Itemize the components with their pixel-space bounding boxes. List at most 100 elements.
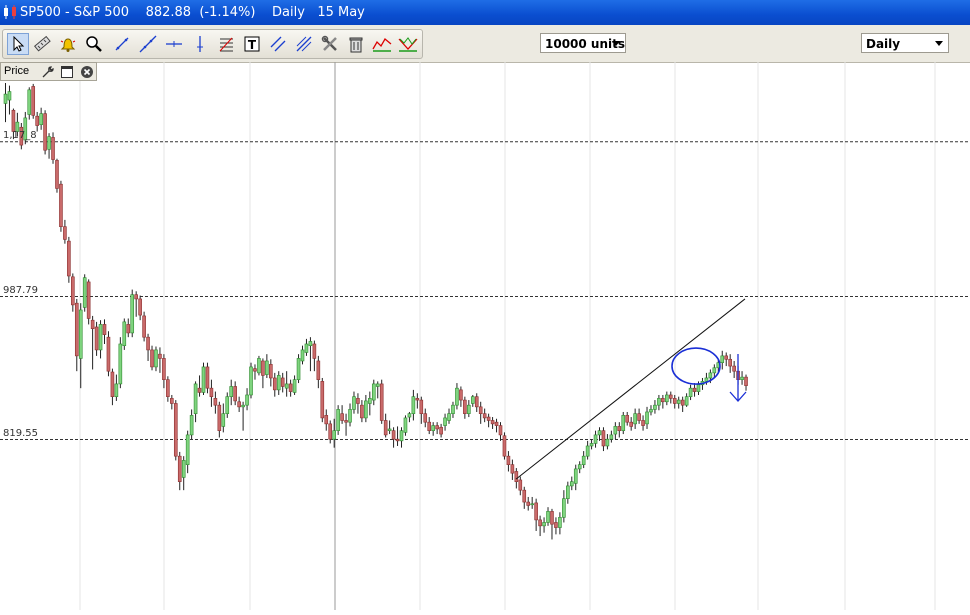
candle[interactable] — [74, 298, 79, 372]
candle[interactable] — [379, 379, 384, 424]
ruler-tool-button[interactable] — [31, 33, 53, 55]
candle[interactable] — [510, 459, 515, 480]
candle[interactable] — [443, 413, 447, 431]
candle[interactable] — [209, 379, 214, 407]
candle[interactable] — [676, 396, 681, 409]
candle[interactable] — [146, 333, 150, 361]
candle[interactable] — [106, 331, 111, 377]
candle[interactable] — [371, 379, 376, 406]
candle[interactable] — [55, 158, 59, 193]
candle[interactable] — [470, 394, 475, 407]
candle[interactable] — [439, 423, 443, 438]
units-dropdown[interactable]: 10000 units — [540, 33, 626, 53]
candle[interactable] — [478, 401, 483, 424]
candle[interactable] — [546, 507, 550, 526]
candle[interactable] — [661, 394, 665, 409]
candle[interactable] — [550, 508, 554, 540]
candle[interactable] — [435, 422, 439, 435]
candle[interactable] — [35, 111, 39, 132]
candle[interactable] — [680, 396, 685, 412]
candle[interactable] — [233, 381, 237, 406]
candle[interactable] — [173, 400, 178, 461]
candle[interactable] — [609, 430, 614, 443]
candle[interactable] — [502, 432, 507, 460]
wrench-icon[interactable] — [41, 65, 55, 79]
candle[interactable] — [672, 394, 677, 409]
candle[interactable] — [71, 273, 75, 312]
candle[interactable] — [122, 318, 127, 350]
candle[interactable] — [665, 391, 669, 406]
candle[interactable] — [324, 409, 329, 431]
candle[interactable] — [657, 394, 661, 411]
candle[interactable] — [589, 439, 594, 450]
trendline-tool-button[interactable] — [111, 33, 133, 55]
candle[interactable] — [356, 393, 360, 414]
candle[interactable] — [67, 236, 71, 283]
candle[interactable] — [364, 394, 368, 423]
candle[interactable] — [569, 476, 574, 491]
candle[interactable] — [162, 354, 166, 389]
candle[interactable] — [399, 427, 404, 448]
candle[interactable] — [102, 319, 107, 344]
candle[interactable] — [189, 409, 194, 440]
candle[interactable] — [205, 362, 210, 394]
candle[interactable] — [276, 371, 281, 395]
period-dropdown[interactable]: Daily — [861, 33, 949, 53]
candle[interactable] — [593, 430, 598, 448]
candle[interactable] — [158, 347, 162, 373]
candle[interactable] — [118, 337, 123, 389]
candle[interactable] — [558, 512, 562, 535]
candle[interactable] — [688, 384, 693, 401]
candle[interactable] — [126, 318, 131, 338]
candle[interactable] — [360, 400, 364, 423]
candle[interactable] — [653, 400, 657, 414]
fibonacci-tool-button[interactable] — [215, 33, 237, 55]
candle[interactable] — [201, 362, 206, 395]
candle[interactable] — [197, 375, 202, 397]
candle[interactable] — [641, 415, 645, 431]
candle[interactable] — [154, 346, 158, 372]
zoom-tool-button[interactable] — [83, 33, 105, 55]
candle[interactable] — [269, 359, 273, 387]
alert-tool-button[interactable] — [57, 33, 79, 55]
candle[interactable] — [490, 417, 495, 429]
candle[interactable] — [601, 427, 606, 452]
candle[interactable] — [645, 406, 649, 429]
candle[interactable] — [170, 394, 174, 410]
candle[interactable] — [649, 405, 653, 416]
candle[interactable] — [265, 354, 269, 378]
candle[interactable] — [482, 408, 487, 423]
text-tool-button[interactable]: T — [241, 33, 263, 55]
price-panel-tab[interactable]: Price — [0, 62, 97, 81]
highlight-circle[interactable] — [671, 347, 721, 385]
candle[interactable] — [597, 427, 602, 441]
candle[interactable] — [463, 396, 467, 419]
candle[interactable] — [566, 481, 570, 504]
candle[interactable] — [225, 392, 230, 418]
candle[interactable] — [383, 413, 388, 438]
candle[interactable] — [166, 376, 170, 402]
candle[interactable] — [728, 354, 732, 373]
candle[interactable] — [562, 490, 566, 523]
candle[interactable] — [633, 408, 637, 429]
candle[interactable] — [217, 401, 222, 438]
candle[interactable] — [720, 350, 725, 370]
candle[interactable] — [637, 408, 641, 424]
candle[interactable] — [486, 413, 491, 428]
candle[interactable] — [257, 355, 261, 376]
candle[interactable] — [617, 422, 622, 438]
properties-tool-button[interactable] — [319, 33, 341, 55]
candle[interactable] — [300, 345, 305, 365]
delete-tool-button[interactable] — [345, 33, 367, 55]
candle[interactable] — [387, 420, 392, 435]
candle[interactable] — [90, 315, 95, 370]
candle[interactable] — [530, 496, 534, 509]
close-icon[interactable] — [80, 65, 94, 79]
candle[interactable] — [304, 338, 309, 356]
candle[interactable] — [467, 400, 471, 418]
candle[interactable] — [316, 355, 321, 389]
candle[interactable] — [411, 389, 416, 421]
candle[interactable] — [368, 391, 372, 416]
candle[interactable] — [272, 372, 277, 397]
candle[interactable] — [213, 391, 218, 414]
